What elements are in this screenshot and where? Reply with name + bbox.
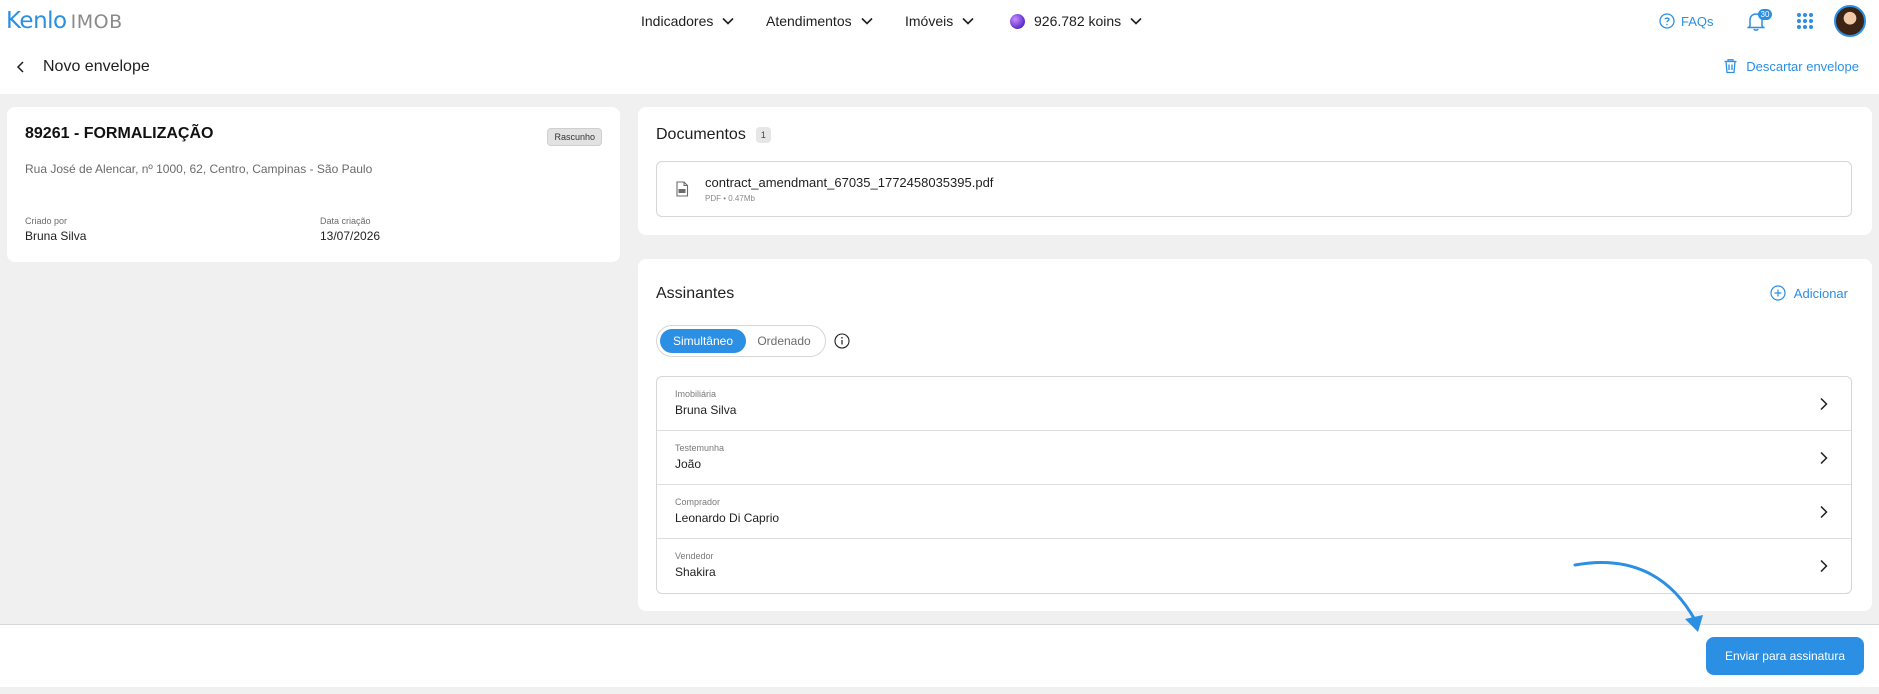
signer-role: Imobiliária — [675, 389, 717, 399]
nav-menu-koins[interactable]: 926.782 koins — [1010, 0, 1143, 42]
document-file-meta: PDF • 0.47Mb — [705, 194, 755, 203]
chevron-down-icon — [861, 17, 873, 25]
top-navigation-bar: Kenlo IMOB Indicadores Atendimentos Imóv… — [0, 0, 1879, 42]
send-for-signature-button[interactable]: Enviar para assinatura — [1706, 637, 1864, 675]
signer-role: Comprador — [675, 497, 721, 507]
pointer-arrow-annotation-icon — [1573, 560, 1703, 632]
signer-name: Leonardo Di Caprio — [675, 511, 780, 525]
user-avatar[interactable] — [1834, 5, 1866, 37]
documents-count-badge: 1 — [755, 127, 771, 143]
documents-title: Documentos — [656, 126, 746, 143]
chevron-right-icon — [1820, 505, 1828, 519]
pdf-file-icon — [676, 181, 689, 197]
faq-link[interactable]: FAQs — [1659, 0, 1714, 42]
documents-section-header: Documentos 1 — [656, 126, 771, 144]
info-icon[interactable] — [834, 333, 850, 349]
koin-coin-icon — [1010, 13, 1025, 29]
chevron-down-icon — [962, 17, 974, 25]
add-signer-button[interactable]: Adicionar — [1770, 285, 1848, 301]
signer-row[interactable]: Testemunha João — [657, 431, 1851, 485]
send-for-signature-label: Enviar para assinatura — [1724, 649, 1846, 663]
signer-name: Bruna Silva — [675, 403, 737, 417]
nav-label-indicadores: Indicadores — [641, 13, 714, 29]
signers-title: Assinantes — [656, 285, 735, 302]
created-by-value: Bruna Silva — [25, 229, 87, 243]
documents-card: Documentos 1 contract_amendmant_67035_17… — [638, 107, 1872, 235]
nav-menu-atendimentos[interactable]: Atendimentos — [766, 0, 874, 42]
chevron-right-icon — [1820, 559, 1828, 573]
add-signer-label: Adicionar — [1793, 285, 1848, 301]
nav-menu-imoveis[interactable]: Imóveis — [905, 0, 975, 42]
back-arrow-icon[interactable] — [13, 59, 29, 75]
page-title: Novo envelope — [43, 58, 150, 75]
nav-menu-indicadores[interactable]: Indicadores — [641, 0, 735, 42]
chevron-right-icon — [1820, 451, 1828, 465]
signing-mode-toggle: Simultâneo Ordenado — [656, 325, 826, 357]
nav-label-imoveis: Imóveis — [905, 13, 954, 29]
signer-row[interactable]: Comprador Leonardo Di Caprio — [657, 485, 1851, 539]
created-date-label: Data criação — [320, 216, 371, 226]
mode-option-ordenado[interactable]: Ordenado — [746, 329, 822, 353]
logo-main-text: Kenlo — [6, 8, 67, 34]
signer-name: João — [675, 457, 702, 471]
discard-envelope-label: Descartar envelope — [1746, 58, 1859, 74]
page-header: Novo envelope Descartar envelope — [0, 42, 1879, 94]
signer-role: Vendedor — [675, 551, 714, 561]
kenlo-imob-logo[interactable]: Kenlo IMOB — [6, 8, 123, 34]
nav-label-atendimentos: Atendimentos — [766, 13, 852, 29]
created-date-value: 13/07/2026 — [320, 229, 381, 243]
chevron-down-icon — [1130, 17, 1142, 25]
notification-count-badge: 30 — [1758, 9, 1772, 20]
koins-balance: 926.782 koins — [1034, 13, 1122, 29]
chevron-right-icon — [1820, 397, 1828, 411]
signer-name: Shakira — [675, 565, 716, 579]
signer-role: Testemunha — [675, 443, 725, 453]
created-by-label: Criado por — [25, 216, 68, 226]
faq-label: FAQs — [1681, 13, 1714, 29]
envelope-info-card: 89261 - FORMALIZAÇÃO Rascunho Rua José d… — [7, 107, 620, 262]
mode-option-simultaneo[interactable]: Simultâneo — [660, 329, 746, 353]
plus-circle-icon — [1770, 285, 1786, 301]
apps-grid-icon[interactable] — [1797, 13, 1813, 29]
envelope-title: 89261 - FORMALIZAÇÃO — [25, 125, 214, 142]
status-badge: Rascunho — [547, 128, 602, 146]
help-circle-icon — [1659, 13, 1675, 29]
trash-icon — [1724, 59, 1737, 74]
signer-row[interactable]: Imobiliária Bruna Silva — [657, 377, 1851, 431]
property-address: Rua José de Alencar, nº 1000, 62, Centro… — [25, 162, 373, 176]
document-file-item[interactable]: contract_amendmant_67035_1772458035395.p… — [656, 161, 1852, 217]
chevron-down-icon — [722, 17, 734, 25]
discard-envelope-button[interactable]: Descartar envelope — [1723, 58, 1859, 74]
document-file-name: contract_amendmant_67035_1772458035395.p… — [705, 175, 994, 190]
logo-sub-text: IMOB — [70, 11, 123, 33]
